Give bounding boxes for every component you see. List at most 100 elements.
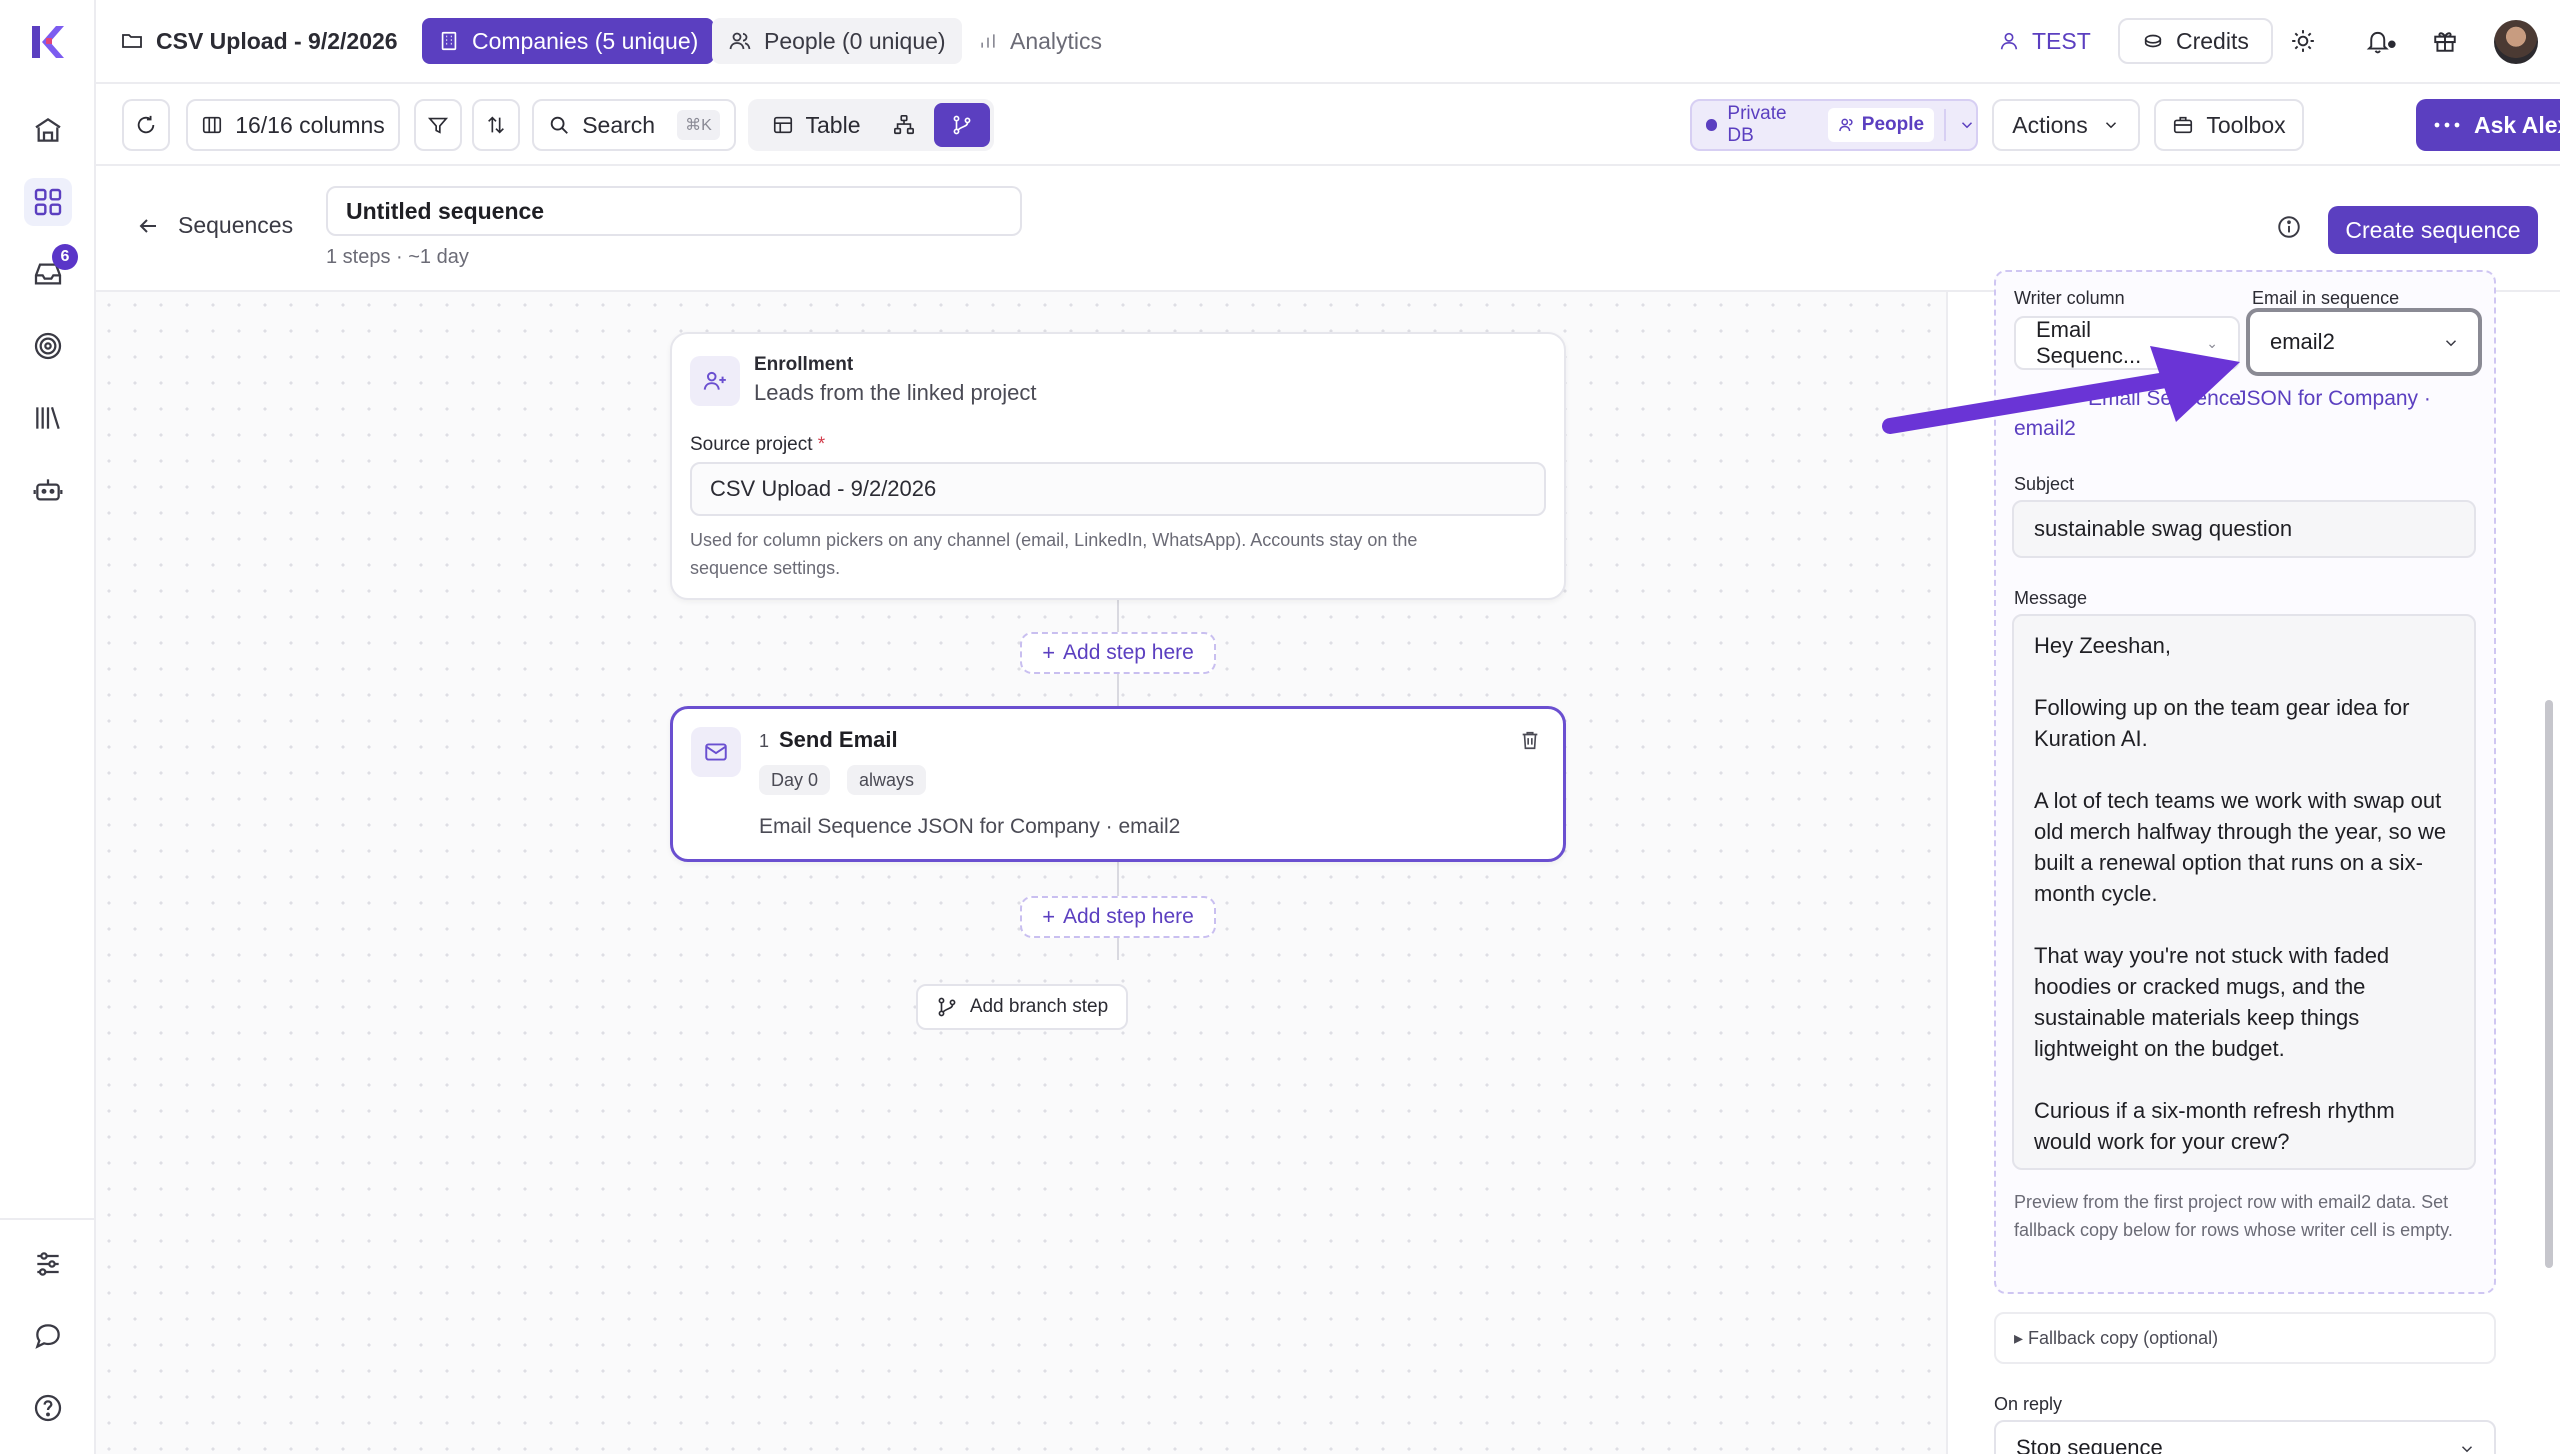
condition-tag: always: [847, 765, 927, 795]
sort-icon[interactable]: [472, 99, 520, 151]
toolbar: 16/16 columns Search ⌘K Table Private DB…: [96, 84, 2560, 166]
chevron-down-icon: [2458, 1440, 2476, 1454]
left-rail: 6: [0, 0, 96, 1454]
building-icon: [438, 30, 460, 52]
search-button[interactable]: Search ⌘K: [532, 99, 736, 151]
bar-chart-icon: [978, 31, 998, 51]
message-textarea[interactable]: Hey Zeeshan, Following up on the team ge…: [2012, 614, 2476, 1170]
fallback-copy-toggle[interactable]: ▸ Fallback copy (optional): [1994, 1312, 2496, 1364]
ask-alex-button[interactable]: Ask Alex AI: [2416, 99, 2560, 151]
users-icon: [728, 29, 752, 53]
add-branch-step-button[interactable]: Add branch step: [916, 984, 1128, 1030]
sequence-name-input[interactable]: Untitled sequence: [326, 186, 1022, 236]
enrollment-subtitle: Leads from the linked project: [754, 380, 1037, 405]
chevron-down-icon: [2102, 116, 2120, 134]
branch-icon: [936, 996, 958, 1018]
subject-field[interactable]: sustainable swag question: [2012, 500, 2476, 558]
library-icon[interactable]: [24, 394, 72, 442]
bell-icon[interactable]: [2364, 18, 2398, 64]
add-step-button[interactable]: + Add step here: [1020, 632, 1216, 674]
add-step-button[interactable]: + Add step here: [1020, 896, 1216, 938]
tab-analytics[interactable]: Analytics: [978, 18, 1102, 64]
on-reply-label: On reply: [1994, 1394, 2063, 1414]
project-title[interactable]: CSV Upload - 9/2/2026: [120, 18, 398, 64]
email-in-sequence-label: Email in sequence: [2252, 288, 2400, 308]
source-project-field[interactable]: CSV Upload - 9/2/2026: [690, 462, 1546, 516]
email-in-sequence-select[interactable]: email2: [2246, 308, 2482, 376]
toolbox-icon: [2172, 114, 2194, 136]
enrollment-card[interactable]: Enrollment Leads from the linked project…: [670, 332, 1566, 600]
writer-link-part3[interactable]: email2: [2014, 414, 2076, 444]
rail-divider: [0, 1218, 96, 1220]
writer-link-part2[interactable]: JSON for Company ·: [2236, 384, 2431, 414]
inbox-badge: 6: [52, 244, 78, 270]
sliders-icon[interactable]: [24, 1240, 72, 1288]
toolbox-button[interactable]: Toolbox: [2154, 99, 2304, 151]
database-selector[interactable]: Private DB People: [1690, 99, 1978, 151]
info-icon[interactable]: [2276, 214, 2302, 240]
sequence-meta: 1 steps · ~1 day: [326, 246, 469, 268]
back-to-sequences[interactable]: Sequences: [136, 212, 293, 239]
writer-link-part1[interactable]: Email Sequence: [2088, 384, 2241, 414]
view-hierarchy[interactable]: [878, 103, 930, 147]
search-icon: [548, 114, 570, 136]
step-number: 1: [759, 731, 770, 751]
plus-icon: +: [1042, 904, 1056, 929]
view-table[interactable]: Table: [756, 103, 876, 147]
coins-icon: [2142, 30, 2164, 52]
env-switch[interactable]: TEST: [1998, 18, 2091, 64]
user-icon: [1998, 30, 2020, 52]
step-title: Send Email: [779, 727, 898, 752]
message-label: Message: [2014, 588, 2088, 608]
enrollment-title: Enrollment: [754, 354, 854, 375]
search-shortcut: ⌘K: [677, 110, 720, 140]
on-reply-select[interactable]: Stop sequence: [1994, 1420, 2496, 1454]
top-bar: CSV Upload - 9/2/2026 Companies (5 uniqu…: [96, 0, 2560, 84]
credits-button[interactable]: Credits: [2118, 18, 2273, 64]
view-sequences[interactable]: [934, 103, 990, 147]
people-chip: People: [1827, 108, 1935, 142]
trash-icon[interactable]: [1519, 729, 1541, 751]
app-logo[interactable]: [28, 22, 68, 62]
home-icon[interactable]: [24, 106, 72, 154]
sun-icon[interactable]: [2290, 18, 2316, 64]
tab-companies[interactable]: Companies (5 unique): [422, 18, 715, 64]
filter-icon[interactable]: [414, 99, 462, 151]
help-icon[interactable]: [24, 1384, 72, 1432]
target-icon[interactable]: [24, 322, 72, 370]
panel-scrollbar[interactable]: [2545, 700, 2553, 1268]
table-icon: [772, 114, 794, 136]
gift-icon[interactable]: [2432, 18, 2458, 64]
subject-label: Subject: [2014, 474, 2075, 494]
day-tag: Day 0: [759, 765, 831, 795]
bot-icon[interactable]: [24, 466, 72, 514]
mail-icon: [691, 727, 741, 777]
chevron-down-icon: ⌄: [2206, 334, 2218, 351]
create-sequence-button[interactable]: Create sequence: [2328, 206, 2538, 254]
writer-column-select[interactable]: Email Sequenc... ⌄: [2014, 316, 2240, 370]
actions-menu[interactable]: Actions: [1992, 99, 2140, 151]
step-card-send-email[interactable]: 1 Send Email Day 0 always Email Sequence…: [670, 706, 1566, 862]
dots-icon: [2434, 121, 2460, 129]
arrow-left-icon: [136, 214, 160, 238]
user-plus-icon: [690, 356, 740, 406]
columns-button[interactable]: 16/16 columns: [186, 99, 400, 151]
grid-icon[interactable]: [24, 178, 72, 226]
avatar[interactable]: [2494, 20, 2538, 64]
chat-icon[interactable]: [24, 1312, 72, 1360]
refresh-icon[interactable]: [122, 99, 170, 151]
folder-icon: [120, 29, 144, 53]
writer-column-label: Writer column: [2014, 288, 2125, 308]
view-switcher: Table: [748, 99, 994, 151]
status-dot: [1706, 119, 1718, 131]
chevron-down-icon: [1958, 116, 1976, 134]
chevron-down-icon: [2442, 334, 2460, 352]
source-project-label: Source project *: [690, 434, 826, 455]
tab-people[interactable]: People (0 unique): [712, 18, 962, 64]
step-source: Email Sequence JSON for Company · email2: [759, 815, 1181, 838]
sequence-canvas[interactable]: Enrollment Leads from the linked project…: [96, 292, 1946, 1454]
columns-icon: [201, 114, 223, 136]
source-project-help: Used for column pickers on any channel (…: [690, 530, 1418, 578]
plus-icon: +: [1042, 640, 1056, 665]
preview-note: Preview from the first project row with …: [2014, 1192, 2453, 1240]
